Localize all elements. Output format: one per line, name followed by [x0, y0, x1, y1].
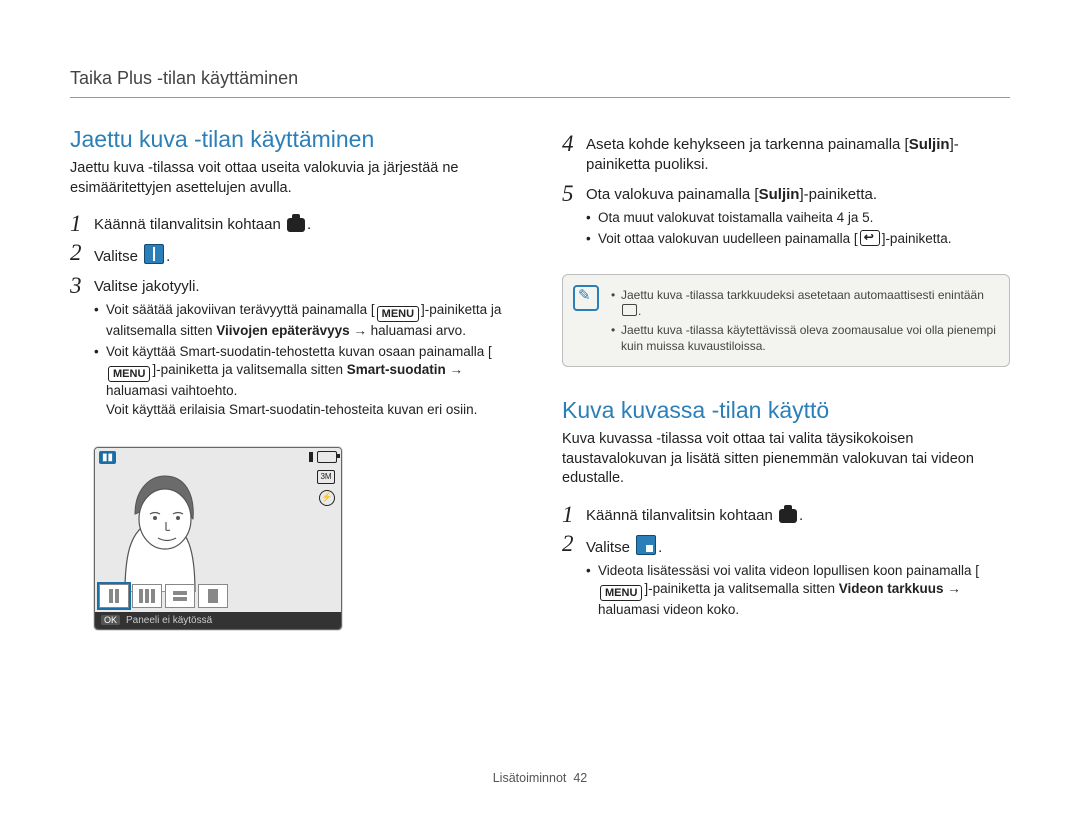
battery-icon: [317, 451, 337, 463]
note-item: Jaettu kuva -tilassa käytettävissä oleva…: [611, 322, 997, 354]
step-text: Valitse: [94, 248, 142, 265]
column-left: Jaettu kuva -tilan käyttäminen Jaettu ku…: [70, 126, 518, 636]
bullet: Videota lisätessäsi voi valita videon lo…: [586, 562, 1010, 619]
section-intro-split-shot: Jaettu kuva -tilassa voit ottaa useita v…: [70, 159, 518, 198]
footer-label: Lisätoiminnot: [493, 771, 567, 785]
step-text-post: .: [307, 216, 311, 233]
step-3: 3 Valitse jakotyyli. Voit säätää jakovii…: [70, 274, 518, 429]
flash-icon: ⚡: [319, 490, 335, 506]
step-num: 2: [562, 532, 586, 555]
layout-option: [165, 584, 195, 608]
info-note-box: Jaettu kuva -tilassa tarkkuudeksi asetet…: [562, 274, 1010, 367]
step-num: 4: [562, 132, 586, 155]
step-4: 4 Aseta kohde kehykseen ja tarkenna pain…: [562, 132, 1010, 176]
menu-icon: MENU: [600, 585, 642, 601]
step-text: Valitse jakotyyli.: [94, 278, 200, 295]
bullet: Voit käyttää Smart-suodatin-tehostetta k…: [94, 343, 518, 419]
step-num: 3: [70, 274, 94, 297]
step-text: Käännä tilanvalitsin kohtaan: [94, 216, 285, 233]
step-num: 1: [70, 212, 94, 235]
split-shot-icon: [144, 244, 164, 264]
bullet: Ota muut valokuvat toistamalla vaiheita …: [586, 209, 951, 227]
step-2-pip: 2 Valitse . Videota lisätessäsi voi vali…: [562, 532, 1010, 630]
step-text-post: .: [166, 248, 170, 265]
step-1: 1 Käännä tilanvalitsin kohtaan .: [70, 212, 518, 235]
page-header: Taika Plus -tilan käyttäminen: [70, 68, 1010, 98]
section-intro-pip: Kuva kuvassa -tilassa voit ottaa tai val…: [562, 430, 1010, 489]
resolution-icon: [622, 304, 637, 316]
step-5: 5 Ota valokuva painamalla [Suljin]-paini…: [562, 182, 1010, 259]
return-icon: [860, 230, 880, 246]
menu-icon: MENU: [377, 306, 419, 322]
section-title-split-shot: Jaettu kuva -tilan käyttäminen: [70, 126, 518, 153]
camera-icon: [779, 509, 797, 523]
step-num: 5: [562, 182, 586, 205]
step-1-pip: 1 Käännä tilanvalitsin kohtaan .: [562, 503, 1010, 526]
note-icon: [573, 285, 599, 311]
section-title-pip: Kuva kuvassa -tilan käyttö: [562, 397, 1010, 424]
page-footer: Lisätoiminnot 42: [0, 771, 1080, 785]
ok-button-label: OK: [101, 615, 120, 625]
layout-option: [132, 584, 162, 608]
camera-preview-illustration: ▮▮ 3M ⚡: [94, 447, 342, 630]
bullet: Voit ottaa valokuvan uudelleen painamall…: [586, 230, 951, 248]
menu-icon: MENU: [108, 366, 150, 382]
layout-option: [99, 584, 129, 608]
face-illustration: [95, 464, 225, 592]
step-num: 1: [562, 503, 586, 526]
step-2: 2 Valitse .: [70, 241, 518, 267]
layout-thumbnails: [99, 584, 228, 608]
column-right: 4 Aseta kohde kehykseen ja tarkenna pain…: [562, 126, 1010, 636]
preview-footer-text: Paneeli ei käytössä: [126, 615, 212, 626]
note-item: Jaettu kuva -tilassa tarkkuudeksi asetet…: [611, 287, 997, 319]
resolution-icon: 3M: [317, 470, 335, 484]
layout-option: [198, 584, 228, 608]
footer-page-number: 42: [573, 771, 587, 785]
step-num: 2: [70, 241, 94, 264]
indicator-icon: [309, 452, 313, 462]
mode-chip-icon: ▮▮: [99, 451, 116, 464]
picture-in-picture-icon: [636, 535, 656, 555]
bullet: Voit säätää jakoviivan terävyyttä painam…: [94, 301, 518, 340]
camera-icon: [287, 218, 305, 232]
